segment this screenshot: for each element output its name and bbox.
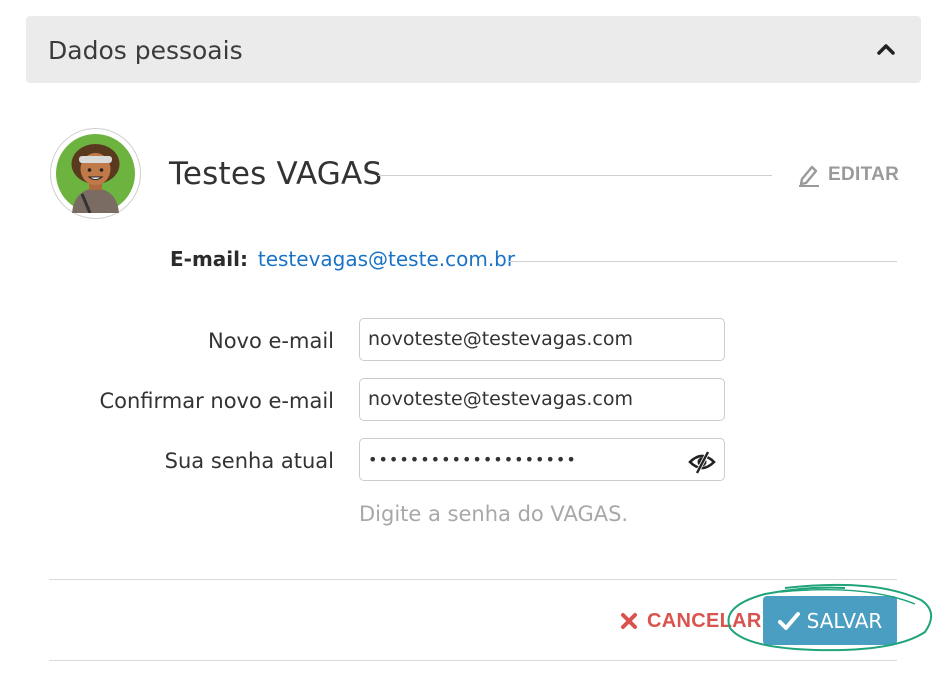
password-label: Sua senha atual <box>164 449 334 473</box>
password-value: •••••••••••••••••••• <box>368 450 577 469</box>
confirm-email-label: Confirmar novo e-mail <box>99 389 334 413</box>
section-title: Dados pessoais <box>48 36 243 65</box>
confirm-email-value: novoteste@testevagas.com <box>368 388 633 410</box>
new-email-value: novoteste@testevagas.com <box>368 328 633 350</box>
cancel-label: CANCELAR <box>647 609 762 632</box>
avatar-illustration <box>56 134 135 213</box>
confirm-email-field[interactable]: novoteste@testevagas.com <box>359 378 725 421</box>
section-header[interactable]: Dados pessoais <box>26 16 921 83</box>
chevron-up-icon[interactable] <box>876 41 896 57</box>
edit-button[interactable]: EDITAR <box>798 160 899 190</box>
new-email-label: Novo e-mail <box>208 329 334 353</box>
divider <box>49 579 897 580</box>
password-field[interactable]: •••••••••••••••••••• <box>359 438 725 481</box>
x-icon <box>621 613 637 629</box>
password-hint: Digite a senha do VAGAS. <box>359 502 629 526</box>
divider <box>49 660 897 661</box>
divider <box>509 261 897 262</box>
save-button[interactable]: SALVAR <box>763 596 897 645</box>
email-label: E-mail: <box>170 247 249 271</box>
divider <box>378 175 772 176</box>
eye-slash-icon[interactable] <box>688 449 716 475</box>
edit-label: EDITAR <box>828 164 900 185</box>
avatar <box>50 128 141 219</box>
new-email-field[interactable]: novoteste@testevagas.com <box>359 318 725 361</box>
current-email-row: E-mail: testevagas@teste.com.br <box>170 247 515 272</box>
user-name: Testes VAGAS <box>169 156 383 192</box>
current-email-link[interactable]: testevagas@teste.com.br <box>258 247 515 271</box>
pencil-icon <box>799 165 819 187</box>
cancel-button[interactable]: CANCELAR <box>620 606 762 636</box>
save-label: SALVAR <box>806 608 883 633</box>
check-icon <box>777 611 800 630</box>
